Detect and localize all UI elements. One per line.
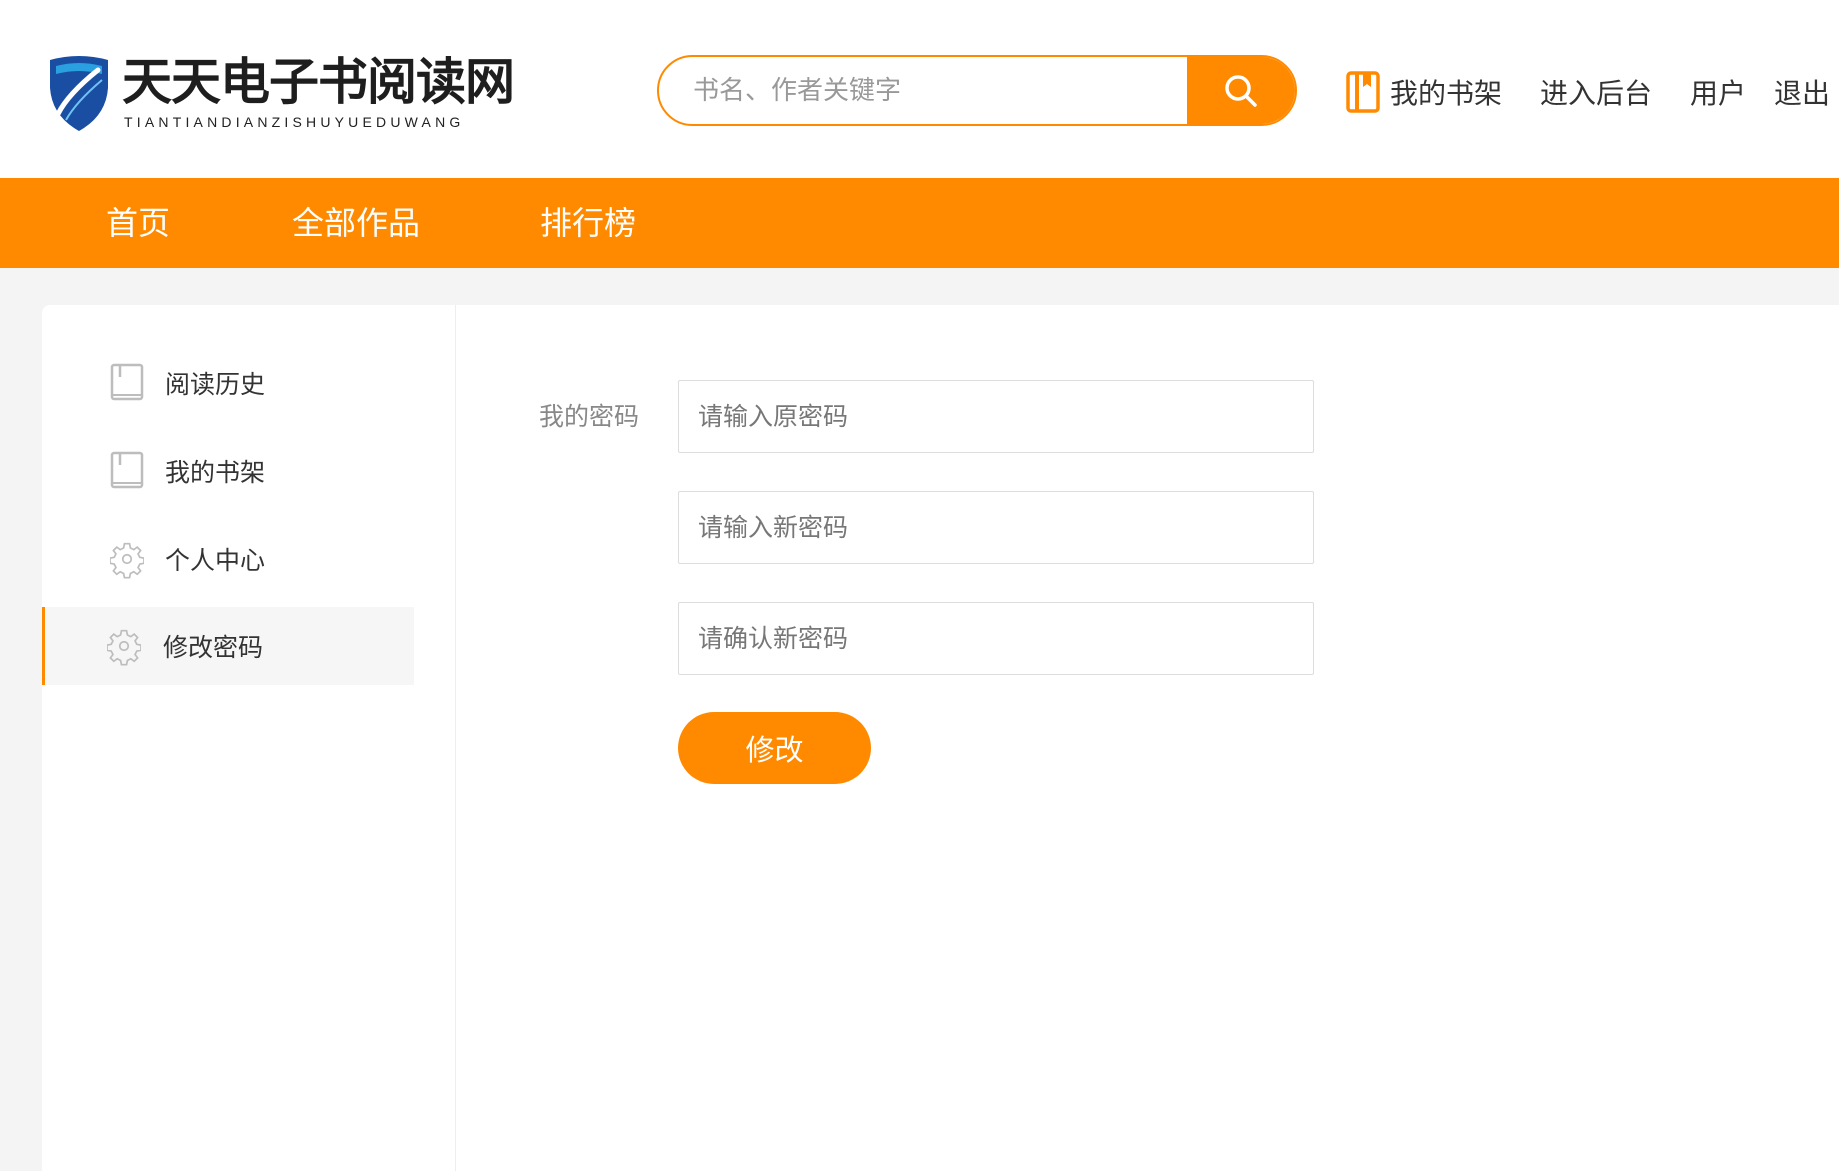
logout-link[interactable]: 退出 — [1774, 72, 1830, 112]
password-panel: 我的密码 修改 — [456, 305, 1839, 1171]
site-subtitle: TIANTIANDIANZISHUYUEDUWANG — [124, 114, 465, 130]
my-bookshelf-label: 我的书架 — [1390, 77, 1503, 110]
confirm-password-field[interactable] — [678, 602, 1314, 675]
nav-item-rankings[interactable]: 排行榜 — [540, 178, 636, 268]
bookshelf-icon — [1346, 71, 1380, 113]
sidebar-item-personal-center[interactable]: 个人中心 — [42, 520, 414, 598]
admin-link[interactable]: 进入后台 — [1540, 72, 1652, 112]
sidebar-item-label: 个人中心 — [165, 546, 266, 575]
sidebar-item-my-bookshelf[interactable]: 我的书架 — [42, 432, 414, 510]
nav-item-home[interactable]: 首页 — [106, 178, 170, 268]
site-title: 天天电子书阅读网 — [122, 52, 515, 111]
sidebar-item-label: 阅读历史 — [165, 370, 266, 399]
sidebar-item-label: 修改密码 — [163, 633, 264, 662]
search-box — [657, 55, 1297, 126]
search-icon — [1225, 74, 1257, 107]
main-nav: 首页 全部作品 排行榜 — [0, 178, 1839, 268]
gear-icon — [110, 542, 144, 579]
user-sidebar: 阅读历史 我的书架 个人中心 修改密码 — [42, 305, 456, 1171]
user-link[interactable]: 用户 — [1690, 72, 1746, 112]
top-links: 我的书架 进入后台 用户 退出 — [1346, 70, 1830, 114]
password-label: 我的密码 — [539, 402, 640, 431]
nav-item-all-works[interactable]: 全部作品 — [292, 178, 420, 268]
sidebar-item-change-password[interactable]: 修改密码 — [42, 607, 414, 685]
submit-button[interactable]: 修改 — [678, 712, 871, 784]
old-password-field[interactable] — [678, 380, 1314, 453]
search-input[interactable] — [659, 57, 1191, 124]
search-button[interactable] — [1187, 57, 1295, 124]
book-icon — [110, 451, 144, 489]
sidebar-item-label: 我的书架 — [165, 458, 266, 487]
site-header: 天天电子书阅读网 TIANTIANDIANZISHUYUEDUWANG 我的书架… — [0, 0, 1839, 178]
site-logo[interactable]: 天天电子书阅读网 TIANTIANDIANZISHUYUEDUWANG — [46, 52, 516, 134]
new-password-field[interactable] — [678, 491, 1314, 564]
gear-icon — [107, 629, 141, 666]
book-icon — [110, 363, 144, 401]
my-bookshelf-link[interactable]: 我的书架 — [1346, 71, 1502, 113]
sidebar-item-reading-history[interactable]: 阅读历史 — [42, 344, 414, 422]
shield-logo-icon — [50, 56, 108, 131]
